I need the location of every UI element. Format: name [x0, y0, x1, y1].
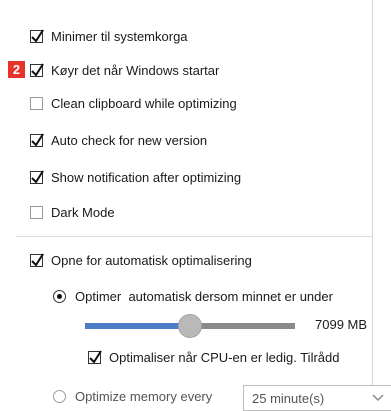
minimize-to-tray-checkbox[interactable] — [30, 29, 44, 43]
cpu-idle-option[interactable]: Optimaliser når CPU-en er ledig. Tilrådd — [88, 350, 339, 365]
divider — [16, 236, 372, 237]
open-auto-optimize-checkbox[interactable] — [30, 253, 44, 267]
show-notification-option[interactable]: Show notification after optimizing — [30, 170, 241, 185]
checkmark-icon — [89, 350, 102, 364]
cpu-idle-label: Optimaliser når CPU-en er ledig. Tilrådd — [109, 350, 340, 365]
clean-clipboard-label: Clean clipboard while optimizing — [51, 96, 237, 111]
auto-check-checkbox[interactable] — [30, 133, 44, 147]
checkmark-icon — [31, 133, 44, 147]
radio-interval[interactable] — [53, 390, 66, 403]
checkmark-icon — [31, 253, 44, 267]
interval-select[interactable]: 25 minute(s) — [243, 385, 391, 411]
radio-selected-dot — [57, 294, 62, 299]
clean-clipboard-checkbox[interactable] — [30, 97, 43, 110]
show-notification-label: Show notification after optimizing — [51, 170, 242, 185]
interval-select-value: 25 minute(s) — [252, 390, 325, 406]
checkmark-icon — [31, 29, 44, 43]
step-badge: 2 — [8, 61, 25, 78]
checkmark-icon — [31, 170, 44, 184]
run-on-startup-option[interactable]: Køyr det når Windows startar — [30, 63, 219, 78]
slider-value-label: 7099 MB — [315, 317, 368, 332]
clean-clipboard-option[interactable]: Clean clipboard while optimizing — [30, 96, 237, 111]
minimize-to-tray-label: Minimer til systemkorga — [51, 29, 188, 44]
auto-check-label: Auto check for new version — [51, 133, 208, 148]
radio-memory-threshold-option[interactable]: Optimer automatisk dersom minnet er unde… — [53, 289, 333, 304]
window-border — [372, 0, 373, 403]
run-on-startup-label: Køyr det når Windows startar — [51, 63, 220, 78]
run-on-startup-checkbox[interactable] — [30, 63, 44, 77]
slider-thumb[interactable] — [178, 314, 202, 338]
checkmark-icon — [31, 63, 44, 77]
radio-interval-option[interactable]: Optimize memory every — [53, 389, 212, 404]
open-auto-optimize-label: Opne for automatisk optimalisering — [51, 253, 252, 268]
slider-track-filled — [85, 323, 190, 329]
auto-check-option[interactable]: Auto check for new version — [30, 133, 207, 148]
radio-interval-label: Optimize memory every — [75, 389, 213, 404]
show-notification-checkbox[interactable] — [30, 170, 44, 184]
dark-mode-label: Dark Mode — [51, 205, 115, 220]
radio-memory-threshold[interactable] — [53, 290, 66, 303]
memory-threshold-slider[interactable] — [85, 313, 295, 339]
dark-mode-checkbox[interactable] — [30, 206, 43, 219]
cpu-idle-checkbox[interactable] — [88, 350, 102, 364]
radio-memory-threshold-label: Optimer automatisk dersom minnet er unde… — [75, 289, 333, 304]
minimize-to-tray-option[interactable]: Minimer til systemkorga — [30, 29, 188, 44]
slider-track — [190, 323, 295, 329]
chevron-down-icon — [372, 394, 384, 402]
open-auto-optimize-option[interactable]: Opne for automatisk optimalisering — [30, 253, 252, 268]
dark-mode-option[interactable]: Dark Mode — [30, 205, 115, 220]
